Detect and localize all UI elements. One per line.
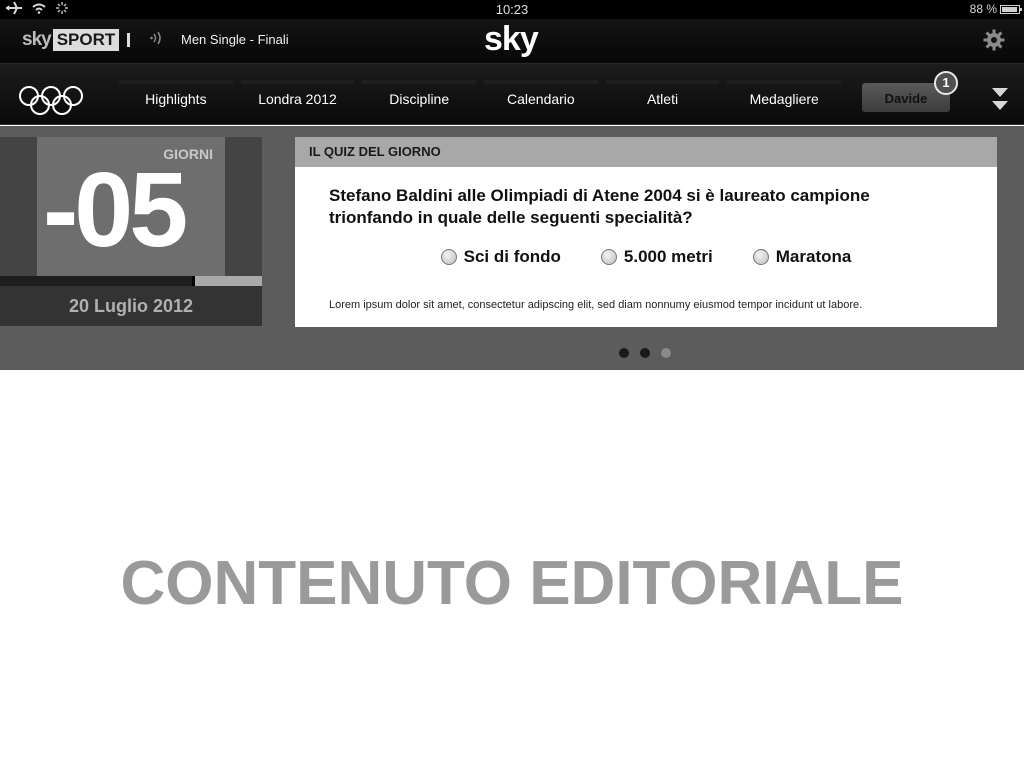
radio-button[interactable] xyxy=(440,249,457,265)
status-time: 10:23 xyxy=(495,2,529,17)
nav-item-discipline[interactable]: Discipline xyxy=(358,64,480,125)
battery-percent: 88 % xyxy=(969,2,997,16)
page-dot[interactable] xyxy=(661,348,671,358)
nav-item-londra-2012[interactable]: Londra 2012 xyxy=(237,64,359,125)
brand-bar xyxy=(127,33,131,47)
olympic-rings-icon[interactable] xyxy=(18,85,84,117)
quiz-option-1[interactable]: Sci di fondo xyxy=(440,247,561,267)
main-nav: Highlights Londra 2012 Discipline Calend… xyxy=(0,64,1024,125)
page-dot[interactable] xyxy=(640,348,650,358)
countdown-progress-fill xyxy=(195,276,262,286)
quiz-option-label: Sci di fondo xyxy=(463,247,561,266)
brand-sky: sky xyxy=(22,29,52,50)
sky-logo: sky xyxy=(484,20,539,58)
battery-indicator: 88 % xyxy=(969,2,1022,16)
nav-item-calendario[interactable]: Calendario xyxy=(480,64,602,125)
quiz-footnote: Lorem ipsum dolor sit amet, consectetur … xyxy=(329,299,863,311)
double-chevron-down-icon[interactable] xyxy=(992,86,1008,112)
page-dot[interactable] xyxy=(619,348,629,358)
page-indicator[interactable] xyxy=(619,348,671,358)
countdown-value: -05 xyxy=(43,151,188,269)
nav-items: Highlights Londra 2012 Discipline Calend… xyxy=(115,64,845,125)
nav-item-atleti[interactable]: Atleti xyxy=(602,64,724,125)
gear-icon[interactable] xyxy=(982,28,1006,52)
quiz-option-3[interactable]: Maratona xyxy=(752,247,852,267)
quiz-option-label: Maratona xyxy=(775,247,852,266)
live-event-title[interactable]: Men Single - Finali xyxy=(181,32,289,47)
notification-badge[interactable]: 1 xyxy=(934,71,958,95)
live-signal-icon xyxy=(150,30,166,49)
countdown-box: GIORNI -05 xyxy=(37,137,225,276)
editorial-placeholder: CONTENUTO EDITORIALE xyxy=(120,549,904,618)
quiz-option-2[interactable]: 5.000 metri xyxy=(600,247,713,267)
quiz-card: IL QUIZ DEL GIORNO Stefano Baldini alle … xyxy=(295,137,997,327)
countdown-date: 20 Luglio 2012 xyxy=(0,286,262,326)
radio-button[interactable] xyxy=(600,249,617,265)
quiz-options: Sci di fondo 5.000 metri Maratona xyxy=(295,247,997,267)
quiz-option-label: 5.000 metri xyxy=(623,247,713,266)
app-header: sky SPORT Men Single - Finali sky xyxy=(0,19,1024,64)
nav-item-highlights[interactable]: Highlights xyxy=(115,64,237,125)
quiz-heading: IL QUIZ DEL GIORNO xyxy=(295,137,997,167)
status-bar: 10:23 88 % xyxy=(0,0,1024,19)
nav-item-medagliere[interactable]: Medagliere xyxy=(723,64,845,125)
quiz-question: Stefano Baldini alle Olimpiadi di Atene … xyxy=(329,186,870,227)
battery-icon xyxy=(1000,4,1022,14)
sky-sport-logo[interactable]: sky SPORT xyxy=(22,29,131,51)
brand-sport: SPORT xyxy=(52,29,120,51)
radio-button[interactable] xyxy=(752,249,769,265)
